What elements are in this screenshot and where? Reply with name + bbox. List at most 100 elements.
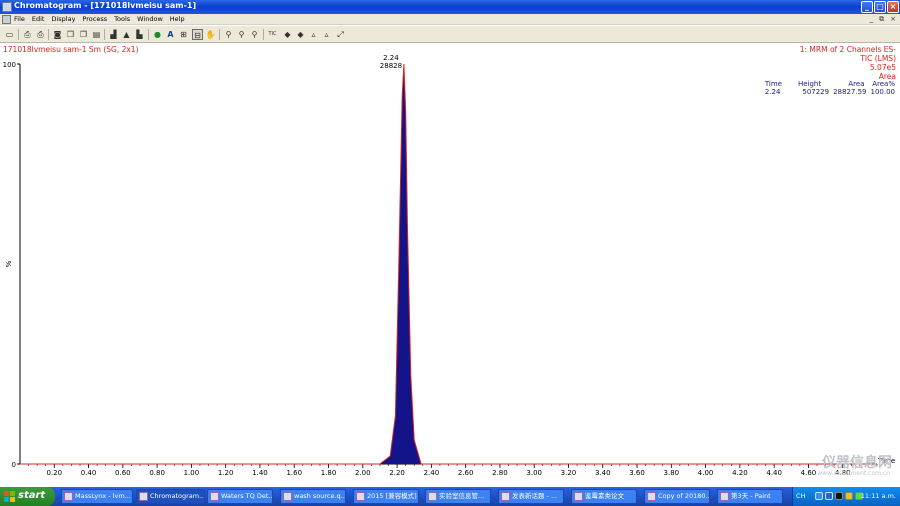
arrow-left-icon[interactable]: ◆ — [282, 29, 293, 40]
peak-table-header: Time Height Area Area% — [763, 80, 897, 88]
start-button[interactable]: start — [0, 487, 55, 506]
clock[interactable]: 11:11 a.m. — [861, 492, 896, 500]
window-title: Chromatogram - [171018lvmeisu sam-1] — [14, 1, 197, 10]
zoom-reset-icon[interactable]: ⚲ — [249, 29, 260, 40]
task-excel-2015[interactable]: 2015 [兼容模式] — [353, 489, 419, 504]
open-icon[interactable]: ▭ — [4, 29, 15, 40]
menu-file[interactable]: File — [14, 15, 25, 23]
menu-bar: File Edit Display Process Tools Window H… — [0, 14, 900, 25]
toolbar-separator — [148, 29, 149, 40]
hand-icon[interactable]: ✋ — [205, 29, 216, 40]
toolbar-separator — [48, 29, 49, 40]
x-tick-label: 3.80 — [664, 469, 680, 477]
menu-edit[interactable]: Edit — [32, 15, 45, 23]
waters-icon — [210, 492, 219, 501]
x-tick-label: 2.20 — [389, 469, 405, 477]
task-copy-of[interactable]: Copy of 20180... — [644, 489, 710, 504]
chromatogram-panel[interactable]: 100 0% 0.20 0.40 0.60 0.80 1.00 1.20 1.40 1.60 1.8… — [0, 43, 900, 487]
cell-height: 507229 — [802, 88, 830, 96]
y-tick-label: 0 — [12, 461, 16, 469]
x-tick-label: 0.40 — [81, 469, 97, 477]
language-indicator[interactable]: CH — [796, 492, 805, 500]
task-masslynx[interactable]: MassLynx - lvm... — [61, 489, 133, 504]
x-tick-label: 0.80 — [149, 469, 165, 477]
minimize-button[interactable]: _ — [861, 1, 873, 13]
task-wash-source[interactable]: wash source.q... — [280, 489, 346, 504]
y-axis-label: % — [5, 260, 13, 267]
mdi-minimize-button[interactable]: _ — [870, 15, 874, 24]
y-tick-label: 100 — [3, 61, 16, 69]
task-lab-info[interactable]: 实验室信息管... — [425, 489, 491, 504]
chromatogram-plot[interactable]: 100 0% 0.20 0.40 0.60 0.80 1.00 1.20 1.40 1.60 1.8… — [0, 43, 900, 487]
task-label: 鉴霉素类论文 — [585, 492, 624, 500]
menu-display[interactable]: Display — [51, 15, 75, 23]
bar-chart-icon[interactable]: ▙ — [134, 29, 145, 40]
arrow-right-icon[interactable]: ◆ — [295, 29, 306, 40]
zoom-in-icon[interactable]: ⚲ — [223, 29, 234, 40]
table-row: 2.24 507229 28827.59 100.00 — [763, 88, 897, 96]
x-tick-label: 3.20 — [561, 469, 577, 477]
col-height: Height — [797, 80, 822, 88]
header-tic: TIC (LMS) — [860, 54, 896, 63]
security-icon[interactable] — [845, 492, 853, 500]
x-tick-label: 0.20 — [46, 469, 62, 477]
document-icon — [647, 492, 656, 501]
chart-icon[interactable]: ▟ — [108, 29, 119, 40]
integrate-icon[interactable]: ⊟ — [192, 29, 203, 40]
browser-icon — [428, 492, 437, 501]
cell-time: 2.24 — [764, 88, 781, 96]
compare-icon[interactable]: ▵ — [321, 29, 332, 40]
print-icon[interactable]: ⎙ — [22, 29, 33, 40]
menu-help[interactable]: Help — [170, 15, 185, 23]
task-paint[interactable]: 第3天 - Paint — [717, 489, 783, 504]
peak-chart-icon[interactable]: ▲ — [121, 29, 132, 40]
fit-icon[interactable]: ⤢ — [335, 29, 346, 40]
toolbar-separator — [263, 29, 264, 40]
paste-icon[interactable]: ▤ — [91, 29, 102, 40]
task-label: 发表新话题 - ... — [512, 492, 558, 500]
task-new-post[interactable]: 发表新话题 - ... — [498, 489, 564, 504]
x-tick-label: 2.40 — [424, 469, 440, 477]
mdi-close-button[interactable]: × — [890, 15, 896, 24]
task-chromatogram[interactable]: Chromatogram... — [136, 489, 205, 504]
task-waters-tq[interactable]: Waters TQ Det... — [207, 489, 273, 504]
copy-list-icon[interactable]: ❐ — [78, 29, 89, 40]
task-label: Waters TQ Det... — [221, 492, 273, 500]
x-tick-label: 4.60 — [801, 469, 817, 477]
task-label: 实验室信息管... — [439, 492, 485, 500]
menu-tools[interactable]: Tools — [114, 15, 130, 23]
text-icon[interactable]: A — [165, 29, 176, 40]
tic-button[interactable]: TIC — [266, 29, 279, 40]
x-tick-label: 2.00 — [355, 469, 371, 477]
menu-window[interactable]: Window — [137, 15, 163, 23]
layout-icon[interactable]: ⊞ — [178, 29, 189, 40]
close-button[interactable]: × — [887, 1, 899, 13]
document-icon[interactable] — [2, 15, 11, 24]
browser-icon — [501, 492, 510, 501]
peak-table: Time Height Area Area% 2.24 507229 28827… — [763, 80, 897, 96]
x-tick-label: 3.60 — [629, 469, 645, 477]
task-label: 2015 [兼容模式] — [367, 492, 417, 500]
help-icon[interactable] — [815, 492, 823, 500]
task-folder[interactable]: 鉴霉素类论文 — [571, 489, 637, 504]
x-tick-label: 1.60 — [286, 469, 302, 477]
camera-icon[interactable]: ◙ — [52, 29, 63, 40]
x-tick-label: 4.00 — [698, 469, 714, 477]
zoom-out-icon[interactable]: ⚲ — [236, 29, 247, 40]
mdi-restore-button[interactable]: ⧉ — [879, 15, 884, 24]
toolbar-separator — [104, 29, 105, 40]
overlay-icon[interactable]: ▵ — [308, 29, 319, 40]
maximize-button[interactable]: □ — [874, 1, 886, 13]
folder-icon — [574, 492, 583, 501]
network-icon[interactable] — [825, 492, 833, 500]
x-tick-label: 4.20 — [732, 469, 748, 477]
print-preview-icon[interactable]: ⎙ — [35, 29, 46, 40]
copy-icon[interactable]: ❐ — [65, 29, 76, 40]
toolbar-separator — [219, 29, 220, 40]
app-icon[interactable] — [2, 2, 12, 12]
menu-process[interactable]: Process — [82, 15, 107, 23]
globe-icon[interactable]: ● — [152, 29, 163, 40]
excel-icon — [356, 492, 365, 501]
monitor-icon[interactable] — [835, 492, 843, 500]
title-bar[interactable]: Chromatogram - [171018lvmeisu sam-1] _ □… — [0, 0, 900, 14]
